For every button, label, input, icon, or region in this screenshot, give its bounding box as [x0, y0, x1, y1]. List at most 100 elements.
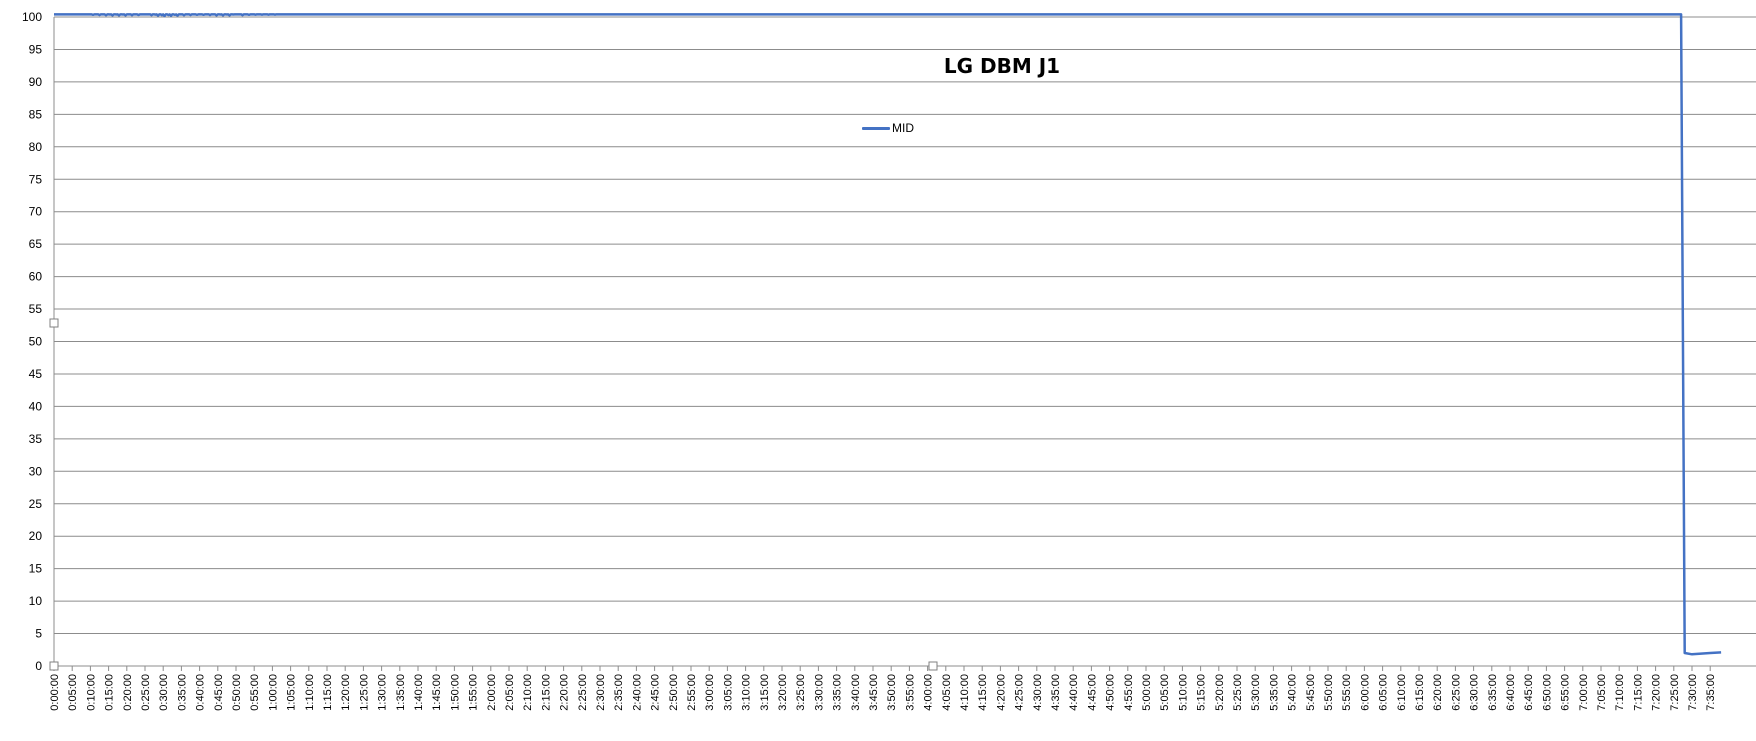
x-tick-label: 0:55:00	[249, 674, 261, 711]
x-tick-label: 1:45:00	[431, 674, 443, 711]
x-tick-label: 4:35:00	[1050, 674, 1062, 711]
y-tick-label: 100	[22, 10, 42, 24]
x-tick-label: 3:00:00	[704, 674, 716, 711]
x-tick-label: 0:00:00	[49, 674, 61, 711]
x-tick-label: 1:50:00	[449, 674, 461, 711]
series-lines	[54, 13, 1722, 656]
x-tick-label: 5:00:00	[1141, 674, 1153, 711]
y-tick-label: 75	[29, 172, 43, 186]
y-tick-label: 80	[29, 140, 43, 154]
x-tick-label: 3:50:00	[886, 674, 898, 711]
y-tick-label: 15	[29, 562, 43, 576]
x-tick-label: 5:15:00	[1196, 674, 1208, 711]
x-tick-label: 1:30:00	[377, 674, 389, 711]
x-tick-label: 6:30:00	[1469, 674, 1481, 711]
x-tick-label: 4:40:00	[1068, 674, 1080, 711]
x-tick-label: 5:40:00	[1287, 674, 1299, 711]
line-chart: 0 5 10 15 20 25 30 35 40 45 50 55 60 65 70 75 80 85 90 95 10…	[22, 10, 1756, 711]
x-tick-label: 2:30:00	[595, 674, 607, 711]
x-tick-label: 7:30:00	[1687, 674, 1699, 711]
x-tick-label: 5:30:00	[1250, 674, 1262, 711]
x-tick-label: 0:05:00	[67, 674, 79, 711]
x-tick-label: 5:10:00	[1177, 674, 1189, 711]
x-tick-label: 3:05:00	[722, 674, 734, 711]
x-tick-label: 0:35:00	[176, 674, 188, 711]
x-tick-label: 7:15:00	[1632, 674, 1644, 711]
x-tick-label: 4:30:00	[1032, 674, 1044, 711]
y-tick-label: 30	[29, 464, 43, 478]
gridlines	[53, 16, 1756, 667]
x-tick-label: 1:10:00	[304, 674, 316, 711]
legend-swatch-mid	[862, 126, 890, 130]
x-tick-label: 2:45:00	[650, 674, 662, 711]
x-tick-label: 5:20:00	[1214, 674, 1226, 711]
x-tick-label: 1:40:00	[413, 674, 425, 711]
y-tick-label: 95	[29, 42, 43, 56]
y-tick-label: 25	[29, 497, 43, 511]
x-tick-label: 5:55:00	[1341, 674, 1353, 711]
x-tick-label: 7:25:00	[1669, 674, 1681, 711]
legend-label-mid: MID	[892, 121, 914, 135]
series-line-mid	[54, 13, 1722, 656]
x-tick-label: 0:30:00	[158, 674, 170, 711]
x-tick-label: 6:50:00	[1541, 674, 1553, 711]
x-tick-label: 5:35:00	[1268, 674, 1280, 711]
x-tick-label: 0:25:00	[140, 674, 152, 711]
y-tick-label: 35	[29, 432, 43, 446]
x-tick-label: 6:05:00	[1378, 674, 1390, 711]
resize-handle[interactable]	[928, 661, 938, 671]
y-tick-label: 85	[29, 107, 43, 121]
y-axis-ticks: 0 5 10 15 20 25 30 35 40 45 50 55 60 65 70 75 80 85 90 95 10…	[22, 10, 42, 673]
x-tick-label: 5:25:00	[1232, 674, 1244, 711]
x-tick-label: 6:40:00	[1505, 674, 1517, 711]
y-tick-label: 5	[35, 627, 42, 641]
x-tick-label: 4:50:00	[1105, 674, 1117, 711]
x-tick-label: 4:15:00	[977, 674, 989, 711]
x-tick-label: 7:00:00	[1578, 674, 1590, 711]
x-tick-label: 2:00:00	[486, 674, 498, 711]
x-tick-label: 5:45:00	[1305, 674, 1317, 711]
resize-handle[interactable]	[49, 661, 59, 671]
y-tick-label: 70	[29, 205, 43, 219]
x-tick-label: 2:50:00	[668, 674, 680, 711]
y-tick-label: 50	[29, 335, 43, 349]
x-tick-label: 1:00:00	[267, 674, 279, 711]
x-tick-label: 0:10:00	[85, 674, 97, 711]
selection-handles	[49, 318, 938, 671]
x-tick-label: 4:10:00	[959, 674, 971, 711]
x-tick-label: 7:35:00	[1705, 674, 1717, 711]
x-tick-label: 4:25:00	[1014, 674, 1026, 711]
x-tick-label: 7:10:00	[1614, 674, 1626, 711]
x-tick-label: 3:25:00	[795, 674, 807, 711]
x-tick-label: 0:45:00	[213, 674, 225, 711]
x-tick-label: 1:35:00	[395, 674, 407, 711]
x-tick-label: 2:35:00	[613, 674, 625, 711]
x-tick-label: 6:15:00	[1414, 674, 1426, 711]
y-tick-label: 45	[29, 367, 43, 381]
x-tick-label: 3:30:00	[813, 674, 825, 711]
x-tick-label: 4:00:00	[923, 674, 935, 711]
x-tick-label: 5:50:00	[1323, 674, 1335, 711]
x-tick-label: 2:15:00	[540, 674, 552, 711]
x-tick-label: 6:35:00	[1487, 674, 1499, 711]
x-tick-label: 6:10:00	[1396, 674, 1408, 711]
y-tick-label: 90	[29, 75, 43, 89]
x-tick-label: 5:05:00	[1159, 674, 1171, 711]
x-tick-label: 1:20:00	[340, 674, 352, 711]
x-axis-ticks: 0:00:00 0:05:00 0:10:00 0:15:00 0:20:00 0:25:…	[49, 666, 1717, 711]
x-tick-label: 1:25:00	[358, 674, 370, 711]
x-tick-label: 3:15:00	[759, 674, 771, 711]
y-tick-label: 40	[29, 399, 43, 413]
y-tick-label: 60	[29, 270, 43, 284]
chart-area: 0 5 10 15 20 25 30 35 40 45 50 55 60 65 70 75 80 85 90 95 10…	[0, 0, 1756, 736]
x-tick-label: 2:10:00	[522, 674, 534, 711]
x-tick-label: 2:55:00	[686, 674, 698, 711]
x-tick-label: 1:15:00	[322, 674, 334, 711]
legend: MID	[862, 121, 914, 135]
x-tick-label: 3:40:00	[850, 674, 862, 711]
x-tick-label: 0:40:00	[195, 674, 207, 711]
resize-handle[interactable]	[49, 318, 59, 328]
y-tick-label: 10	[29, 594, 43, 608]
x-tick-label: 6:55:00	[1560, 674, 1572, 711]
x-tick-label: 3:55:00	[904, 674, 916, 711]
